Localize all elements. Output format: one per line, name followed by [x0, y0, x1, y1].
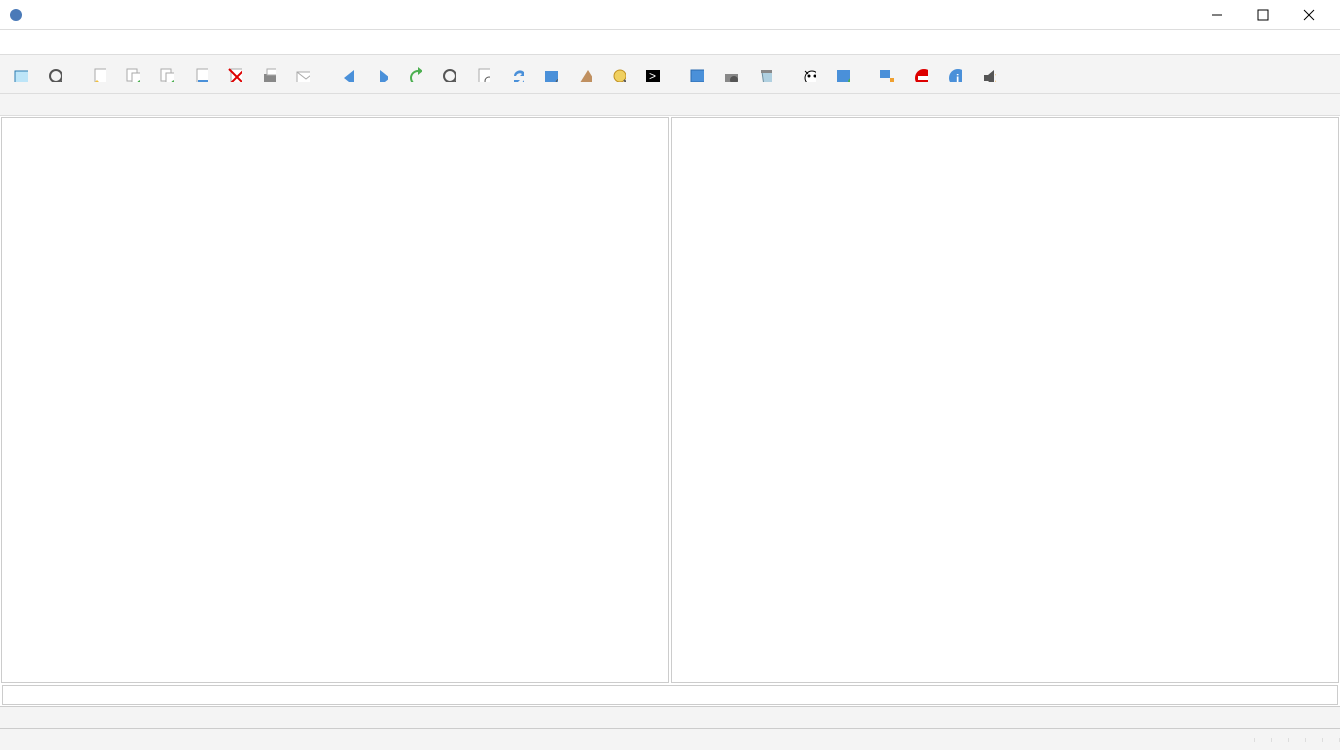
toolbar-desktop-button[interactable]: [680, 58, 712, 90]
menu-view[interactable]: [100, 39, 124, 45]
toolbar-sound-button[interactable]: [972, 58, 1004, 90]
app-icon: [8, 7, 24, 23]
toolbar-copy-button[interactable]: [116, 58, 148, 90]
menu-disk[interactable]: [76, 39, 100, 45]
toolbar-back-button[interactable]: [330, 58, 362, 90]
toolbar: > i: [0, 54, 1340, 94]
menu-help[interactable]: [1312, 39, 1336, 45]
menu-file[interactable]: [28, 39, 52, 45]
toolbar-find-button[interactable]: [432, 58, 464, 90]
right-panel: [671, 117, 1339, 683]
function-keys-bar: [0, 706, 1340, 728]
toolbar-refresh-button[interactable]: [398, 58, 430, 90]
svg-text:i: i: [956, 72, 959, 82]
toolbar-trash-button[interactable]: [748, 58, 780, 90]
toolbar-network-button[interactable]: [870, 58, 902, 90]
status-resize-grip[interactable]: [1323, 738, 1340, 742]
toolbar-rename-button[interactable]: [184, 58, 216, 90]
toolbar-new-button[interactable]: [4, 58, 36, 90]
left-panel: [1, 117, 669, 683]
toolbar-fullscreen-button[interactable]: [534, 58, 566, 90]
toolbar-monitor-button[interactable]: [826, 58, 858, 90]
titlebar: [0, 0, 1340, 30]
toolbar-sync-button[interactable]: [500, 58, 532, 90]
status-bar: [0, 728, 1340, 750]
toolbar-edit-button[interactable]: [82, 58, 114, 90]
menu-options[interactable]: [148, 39, 172, 45]
status-date: [1289, 738, 1306, 742]
toolbar-mail-button[interactable]: [286, 58, 318, 90]
toolbar-forward-button[interactable]: [364, 58, 396, 90]
toolbar-pyramid-icon[interactable]: [568, 58, 600, 90]
menu-extra[interactable]: [124, 39, 148, 45]
menu-edit[interactable]: [52, 39, 76, 45]
toolbar-info-button[interactable]: i: [938, 58, 970, 90]
status-time: [1306, 738, 1323, 742]
toolbar-block-button[interactable]: [904, 58, 936, 90]
command-line[interactable]: [2, 685, 1338, 705]
status-disk-free: [1255, 738, 1272, 742]
toolbar-search-button[interactable]: [38, 58, 70, 90]
status-ram-free: [1272, 738, 1289, 742]
menu-left[interactable]: [4, 39, 28, 45]
status-selection: [0, 738, 1255, 742]
svg-text:>: >: [649, 69, 656, 82]
menubar: [0, 30, 1340, 54]
toolbar-find-file-button[interactable]: [466, 58, 498, 90]
toolbar-virus-button[interactable]: [792, 58, 824, 90]
toolbar-print-button[interactable]: [252, 58, 284, 90]
menu-right[interactable]: [172, 39, 196, 45]
minimize-button[interactable]: [1194, 0, 1240, 30]
menu-switch-list[interactable]: [1288, 39, 1312, 45]
maximize-button[interactable]: [1240, 0, 1286, 30]
drive-bar: [0, 94, 1340, 116]
toolbar-delete-button[interactable]: [218, 58, 250, 90]
toolbar-move-button[interactable]: [150, 58, 182, 90]
close-button[interactable]: [1286, 0, 1332, 30]
toolbar-camera-button[interactable]: [714, 58, 746, 90]
toolbar-zoom-button[interactable]: [602, 58, 634, 90]
toolbar-terminal-button[interactable]: >: [636, 58, 668, 90]
